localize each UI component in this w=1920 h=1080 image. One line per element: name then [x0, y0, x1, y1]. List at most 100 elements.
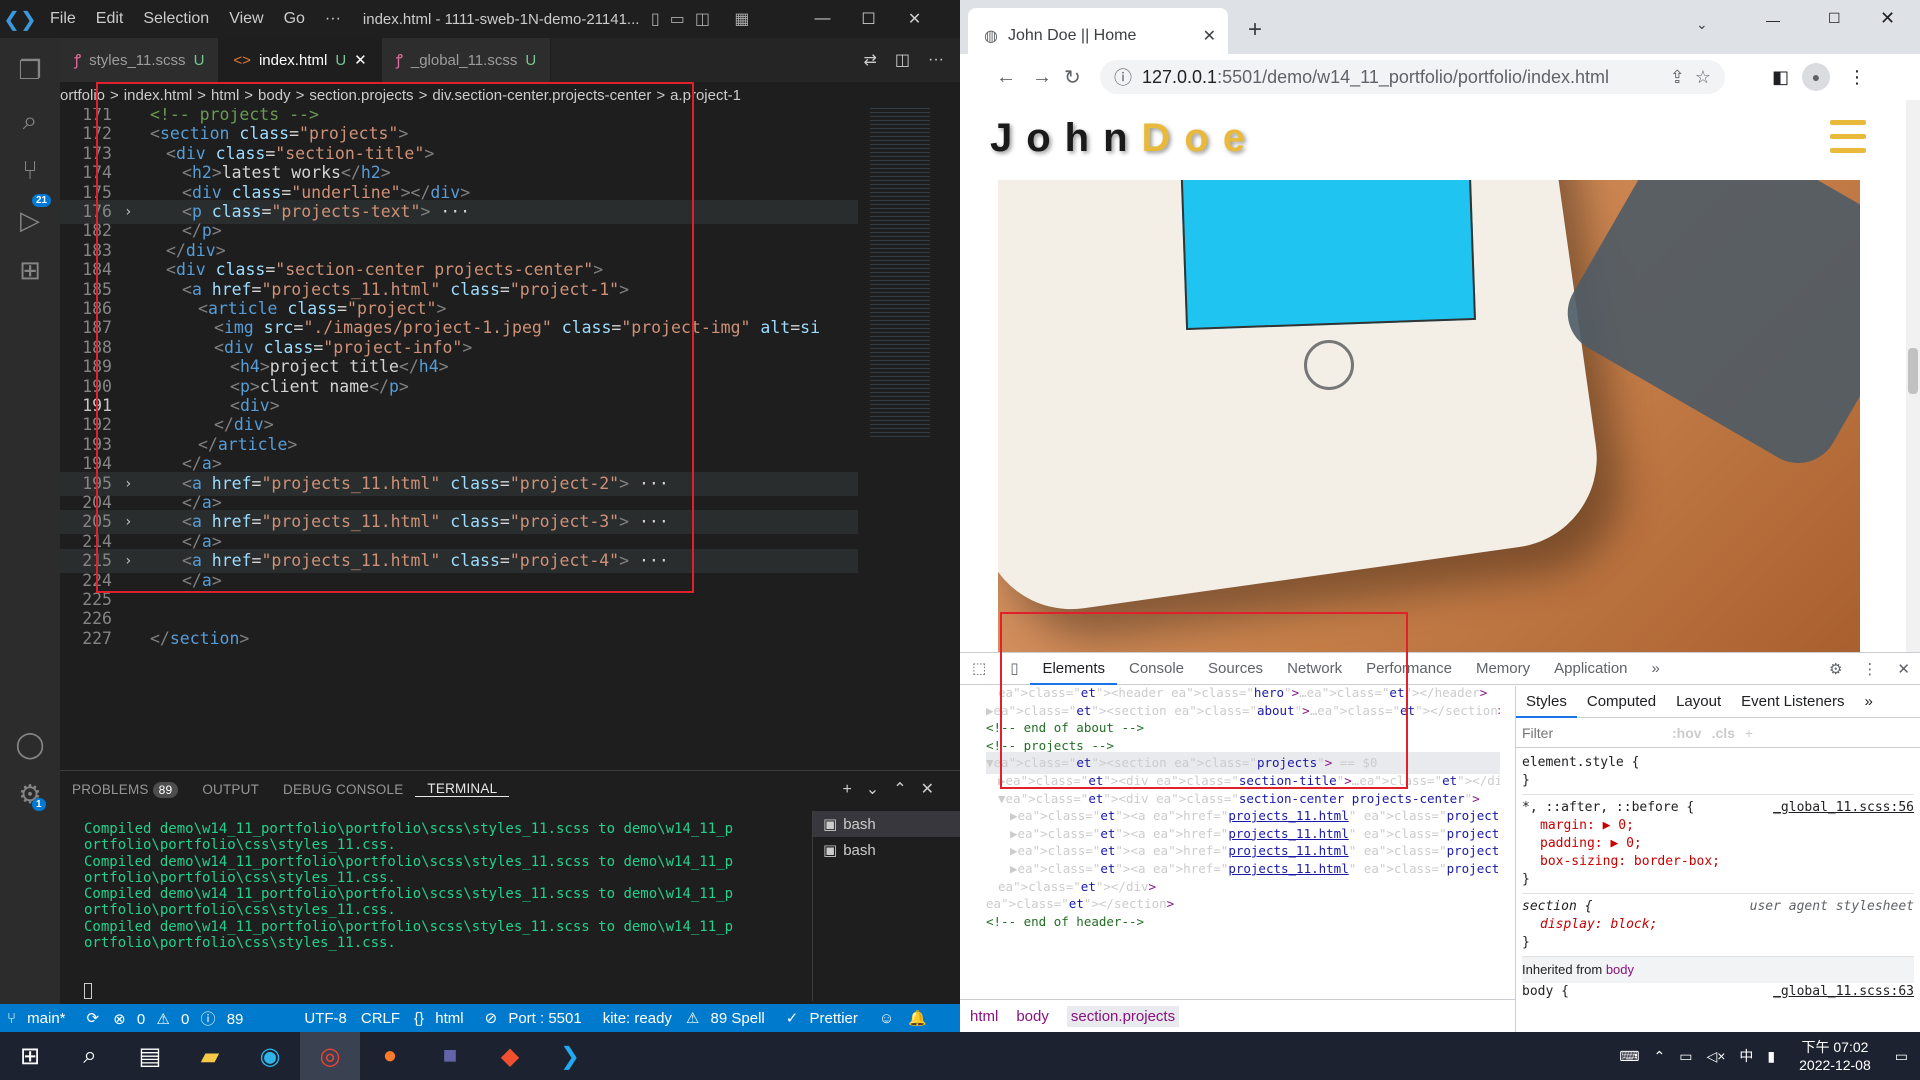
tab-index-html[interactable]: <> index.html U ✕	[219, 38, 382, 82]
split-editor-icon[interactable]: ◫	[895, 50, 910, 70]
prettier-status[interactable]: ✓ Prettier	[779, 1009, 872, 1027]
devtools-close-icon[interactable]: ✕	[1887, 660, 1920, 678]
task-view-icon[interactable]: ▤	[120, 1032, 180, 1080]
firefox-icon[interactable]: ●	[360, 1032, 420, 1080]
new-rule-icon[interactable]: +	[1745, 725, 1753, 741]
rule-source-link[interactable]: _global_11.scss:56	[1773, 799, 1914, 817]
page-scrollbar[interactable]	[1906, 100, 1920, 652]
maximize-button[interactable]: ☐	[846, 9, 892, 29]
minimize-button[interactable]: —	[1766, 12, 1780, 28]
devtools-settings-icon[interactable]: ⚙	[1819, 660, 1852, 678]
tab-output[interactable]: OUTPUT	[190, 782, 271, 797]
dom-crumb[interactable]: body	[1016, 1008, 1049, 1025]
back-icon[interactable]: ←	[996, 66, 1016, 89]
encoding-status[interactable]: UTF-8	[297, 1010, 354, 1027]
profile-avatar[interactable]: ●	[1802, 63, 1830, 91]
address-bar[interactable]: ⓘ 127.0.0.1:5501/demo/w14_11_portfolio/p…	[1100, 60, 1725, 94]
more-tabs-icon[interactable]: »	[1640, 653, 1672, 685]
share-icon[interactable]: ⇪	[1670, 67, 1685, 88]
reload-icon[interactable]: ↻	[1064, 65, 1081, 90]
tab-terminal[interactable]: TERMINAL	[415, 781, 510, 797]
network-icon[interactable]: ▭	[1679, 1048, 1692, 1065]
explorer-icon[interactable]: ❐	[14, 54, 46, 86]
notifications-icon[interactable]: 🔔	[901, 1009, 934, 1027]
panel-actions[interactable]: +⌄⌃✕	[842, 779, 948, 799]
forward-icon[interactable]: →	[1032, 66, 1052, 89]
live-server-status[interactable]: ⊘ Port : 5501	[478, 1009, 596, 1027]
inherited-element[interactable]: body	[1606, 962, 1634, 977]
chrome-menu-icon[interactable]: ⋮	[1848, 67, 1866, 88]
eol-status[interactable]: CRLF	[354, 1010, 407, 1027]
site-logo[interactable]: JohnDoe	[990, 116, 1259, 161]
tab-problems[interactable]: PROBLEMS 89	[60, 781, 190, 798]
tab-event-listeners[interactable]: Event Listeners	[1731, 686, 1854, 718]
rule-selector[interactable]: *, ::after, ::before {	[1522, 799, 1694, 817]
tab-computed[interactable]: Computed	[1577, 686, 1666, 718]
tab-global-scss[interactable]: ꝭ _global_11.scss U	[381, 38, 552, 82]
start-icon[interactable]: ⊞	[0, 1032, 60, 1080]
source-control-icon[interactable]: ⑂	[14, 154, 46, 186]
input-method-icon[interactable]: ▮	[1767, 1048, 1775, 1065]
minimap[interactable]	[860, 108, 960, 770]
file-explorer-icon[interactable]: ▰	[180, 1032, 240, 1080]
rule-selector[interactable]: body {	[1522, 983, 1569, 1001]
tray-chevron-icon[interactable]: ⌃	[1654, 1048, 1666, 1065]
css-property[interactable]: padding: ▶ 0;	[1540, 835, 1914, 853]
terminal-item-bash[interactable]: ▣ bash	[813, 811, 960, 837]
sync-icon[interactable]: ⟳	[80, 1009, 107, 1027]
extensions-icon[interactable]: ⊞	[14, 254, 46, 286]
close-button[interactable]: ✕	[892, 9, 938, 29]
rule-source-link[interactable]: _global_11.scss:63	[1773, 983, 1914, 1001]
styles-filter-input[interactable]	[1522, 724, 1662, 741]
close-tab-icon[interactable]: ✕	[1203, 26, 1228, 46]
branch-status[interactable]: ⑂ main*	[0, 1010, 80, 1027]
css-property[interactable]: margin: ▶ 0;	[1540, 817, 1914, 835]
new-tab-button[interactable]: +	[1248, 16, 1262, 44]
cls-toggle[interactable]: .cls	[1712, 725, 1735, 741]
tab-application[interactable]: Application	[1542, 653, 1639, 685]
dom-node[interactable]: <!-- end of header-->	[986, 911, 1144, 933]
dom-crumb[interactable]: section.projects	[1066, 1006, 1180, 1027]
git-icon[interactable]: ◆	[480, 1032, 540, 1080]
bookmark-star-icon[interactable]: ☆	[1695, 67, 1725, 88]
dom-crumb[interactable]: html	[970, 1008, 998, 1025]
maximize-button[interactable]: ☐	[1828, 10, 1841, 27]
minimize-button[interactable]: —	[800, 10, 846, 28]
site-info-icon[interactable]: ⓘ	[1114, 64, 1132, 90]
editor-actions[interactable]: ⇄ ◫ ···	[863, 38, 960, 82]
element-style-rule[interactable]: element.style {	[1522, 754, 1914, 772]
spell-status[interactable]: ⚠ 89 Spell	[679, 1009, 779, 1027]
devtools-menu-icon[interactable]: ⋮	[1852, 660, 1887, 678]
menu-selection[interactable]: Selection	[133, 10, 219, 28]
terminal-item-bash[interactable]: ▣ bash	[813, 837, 960, 863]
side-panel-icon[interactable]: ◧	[1772, 67, 1789, 88]
compare-icon[interactable]: ⇄	[863, 50, 876, 70]
edge-icon[interactable]: ◉	[240, 1032, 300, 1080]
run-debug-icon[interactable]: ▷	[14, 204, 46, 236]
keyboard-icon[interactable]: ⌨	[1619, 1048, 1639, 1065]
more-tabs-icon[interactable]: »	[1855, 686, 1883, 718]
tab-search-icon[interactable]: ⌄	[1696, 16, 1708, 33]
terminal-output[interactable]: Compiled demo\w14_11_portfolio\portfolio…	[84, 819, 844, 951]
menu-go[interactable]: Go	[274, 10, 315, 28]
teams-icon[interactable]: ■	[420, 1032, 480, 1080]
vscode-icon[interactable]: ❯	[540, 1032, 600, 1080]
css-property[interactable]: box-sizing: border-box;	[1540, 853, 1914, 871]
menu-file[interactable]: File	[40, 10, 86, 28]
tab-styles-scss[interactable]: ꝭ styles_11.scss U	[60, 38, 220, 82]
tab-layout[interactable]: Layout	[1666, 686, 1731, 718]
layout-icons[interactable]: ▯▭◫ ▦	[641, 9, 760, 29]
volume-icon[interactable]: ◁×	[1706, 1048, 1725, 1065]
menu-edit[interactable]: Edit	[86, 10, 134, 28]
hamburger-menu-icon[interactable]	[1830, 120, 1866, 154]
menu-more[interactable]: ···	[315, 10, 351, 28]
kite-status[interactable]: kite: ready	[596, 1010, 679, 1027]
inspect-element-icon[interactable]: ⬚	[960, 653, 998, 685]
code-line[interactable]: 227 </section>	[60, 627, 858, 651]
search-icon[interactable]: ⌕	[14, 104, 46, 136]
tab-memory[interactable]: Memory	[1464, 653, 1542, 685]
language-status[interactable]: {} html	[407, 1010, 478, 1027]
search-icon[interactable]: ⌕	[60, 1032, 120, 1080]
notifications-icon[interactable]: ▭	[1895, 1048, 1908, 1065]
ime-indicator[interactable]: 中	[1739, 1046, 1753, 1066]
